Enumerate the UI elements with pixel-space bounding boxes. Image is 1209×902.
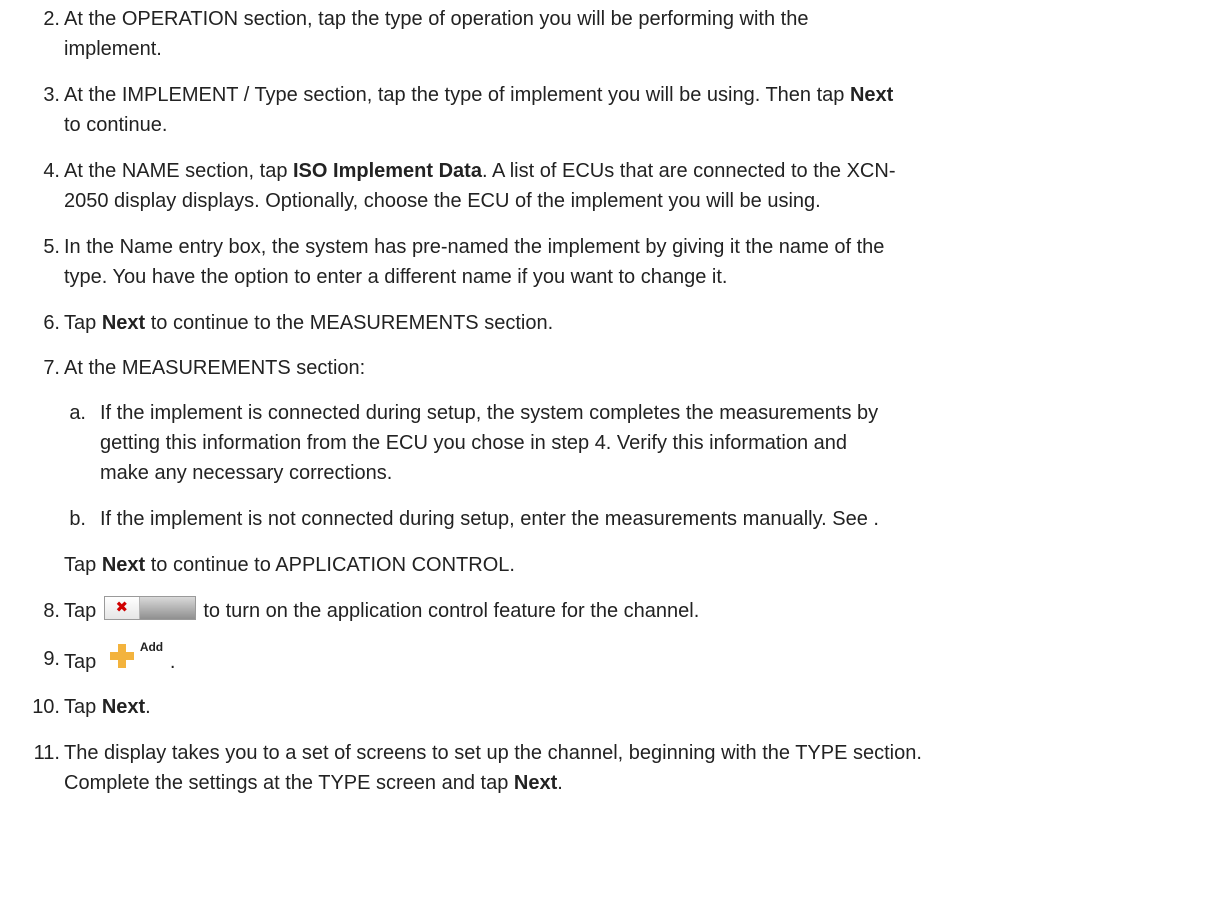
step-text: implement. <box>64 38 162 60</box>
step-text: getting this information from the ECU yo… <box>100 432 848 454</box>
step-text: If the implement is connected during set… <box>100 402 879 424</box>
step-text: If the implement is not connected during… <box>100 508 879 530</box>
step-text: Complete the settings at the TYPE screen… <box>64 772 563 794</box>
step-text: 2050 display displays. Optionally, choos… <box>64 190 821 212</box>
step-text: At the IMPLEMENT / Type section, tap the… <box>64 84 894 106</box>
step-text: Tap ✖ to turn on the application control… <box>64 596 1189 626</box>
step-text: In the Name entry box, the system has pr… <box>64 236 885 258</box>
step-text: At the OPERATION section, tap the type o… <box>64 8 809 30</box>
step-text: Tap Next to continue to APPLICATION CONT… <box>64 554 515 576</box>
toggle-off-button[interactable]: ✖ <box>103 596 196 620</box>
instruction-document: 2. At the OPERATION section, tap the typ… <box>0 0 1209 902</box>
step-text: At the MEASUREMENTS section: <box>64 357 366 379</box>
close-x-icon: ✖ <box>104 597 140 619</box>
step-text: make any necessary corrections. <box>100 462 393 484</box>
add-button[interactable]: Add <box>109 640 170 670</box>
step-text: At the NAME section, tap ISO Implement D… <box>64 160 896 182</box>
step-text: Tap Add. <box>64 640 176 673</box>
step-text: Tap Next. <box>64 696 151 718</box>
plus-icon <box>109 644 134 668</box>
add-label: Add <box>139 640 164 654</box>
step-text: to continue. <box>64 114 168 136</box>
step-text: Tap Next to continue to the MEASUREMENTS… <box>64 312 554 334</box>
step-text: type. You have the option to enter a dif… <box>64 266 728 288</box>
step-text: The display takes you to a set of screen… <box>64 742 922 764</box>
